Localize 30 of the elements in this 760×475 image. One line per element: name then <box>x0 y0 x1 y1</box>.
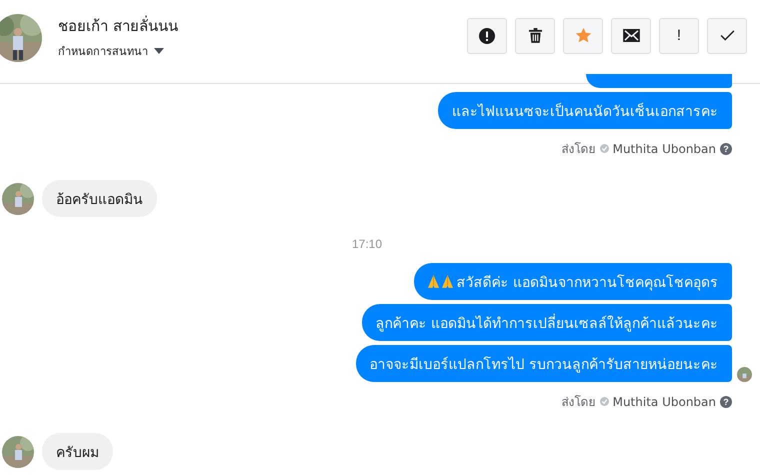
praying-hands-icon <box>428 274 439 289</box>
message-bubble: อ้อครับแอดมิน <box>42 180 157 217</box>
caret-icon[interactable] <box>154 48 164 54</box>
message-bubble: ลูกค้าคะ แอดมินได้ทำการเปลี่ยนเซลล์ให้ลูกค้าแล้วนะคะ <box>362 304 732 341</box>
mark-unread-button[interactable] <box>611 18 651 54</box>
alert-icon <box>479 28 495 44</box>
contact-name: ชอยเก้า สายลั่นนน <box>58 14 178 36</box>
check-icon <box>600 144 609 153</box>
delete-button[interactable] <box>515 18 555 54</box>
star-button[interactable] <box>563 18 603 54</box>
check-icon <box>600 397 609 406</box>
praying-hands-icon <box>442 274 453 289</box>
help-icon[interactable]: ? <box>720 396 732 408</box>
message-bubble: สวัสดีค่ะ แอดมินจากหวานโชคคุณโชคอุดร <box>414 263 732 300</box>
trash-icon <box>528 28 542 43</box>
message-bubble: และไฟแนนซจะเป็นคนนัดวันเซ็นเอกสารคะ <box>438 92 732 129</box>
help-icon[interactable]: ? <box>720 142 732 154</box>
message-bubble: อาจจะมีเบอร์แปลกโทรไป รบกวนลูกค้ารับสายหน่อยนะคะ <box>356 345 732 382</box>
star-icon <box>574 27 592 44</box>
sender-name[interactable]: Muthita Ubonban <box>612 394 716 408</box>
envelope-icon <box>622 29 640 42</box>
checkmark-icon <box>720 30 734 41</box>
sender-name[interactable]: Muthita Ubonban <box>612 142 716 156</box>
sent-by-label: ส่งโดย <box>562 394 596 411</box>
sent-by-label: ส่งโดย <box>562 141 596 158</box>
conversation-settings-link[interactable]: กำหนดการสนทนา <box>58 42 148 60</box>
report-button[interactable] <box>467 18 507 54</box>
timestamp: 17:10 <box>352 237 382 251</box>
message-bubble: ครับผม <box>42 433 113 470</box>
important-button[interactable]: ! <box>659 18 699 54</box>
